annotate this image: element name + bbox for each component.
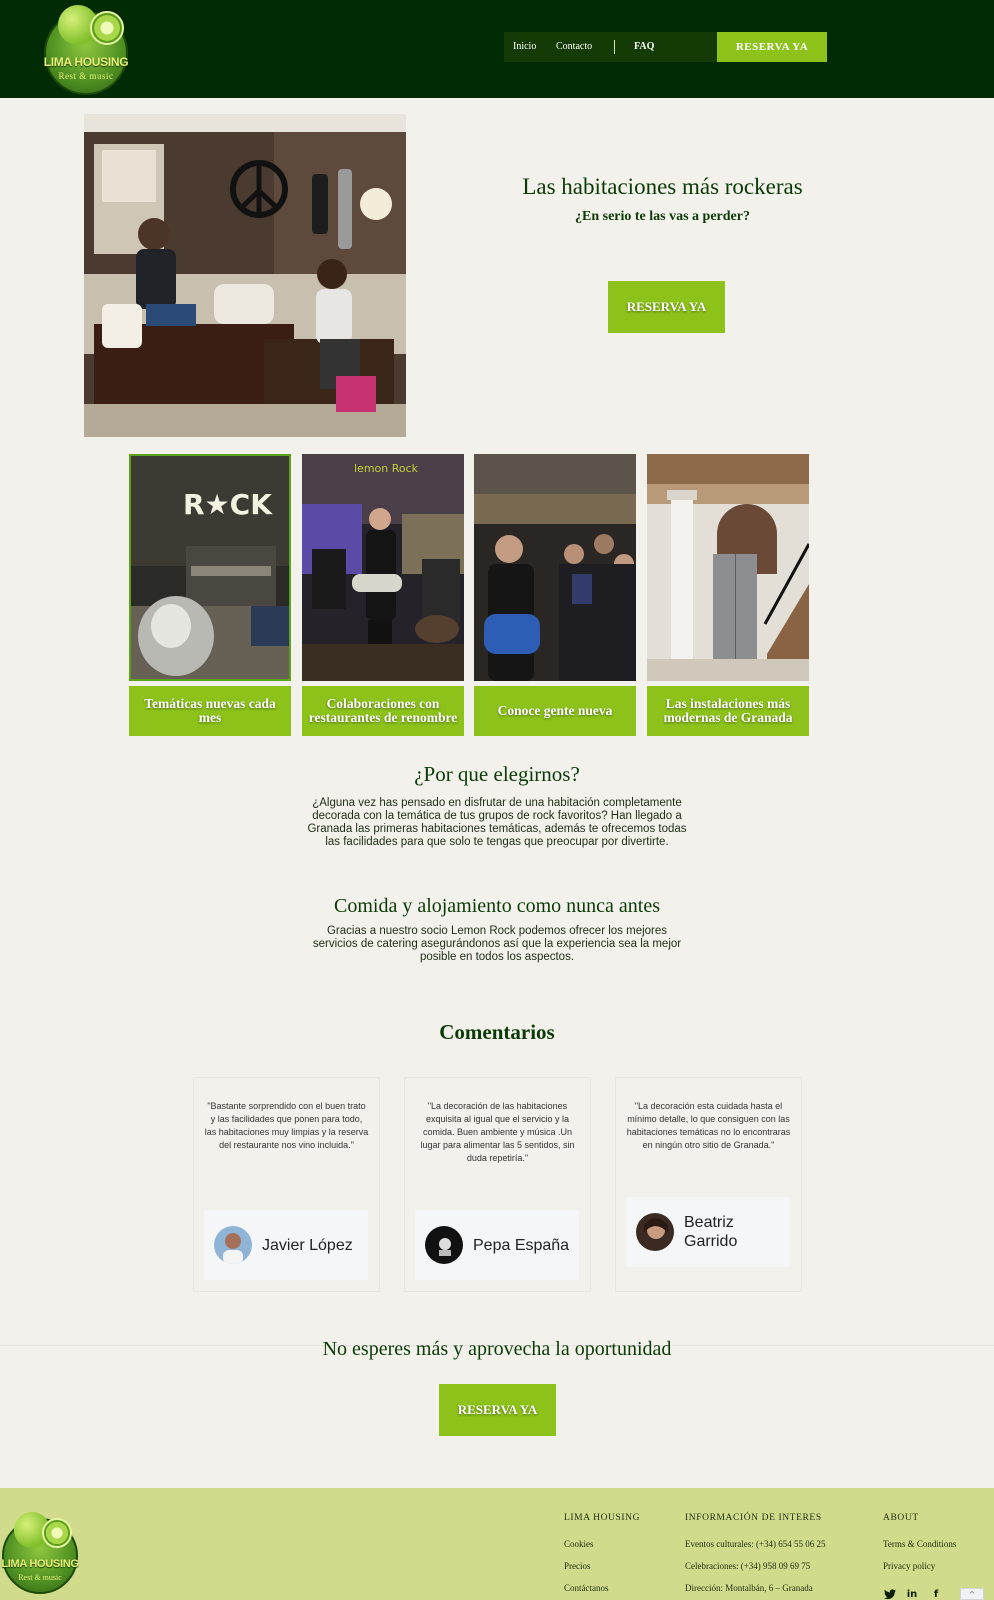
footer-link-cookies[interactable]: Cookies (564, 1539, 594, 1549)
feature-image-themes: R★CK (129, 454, 291, 681)
footer-link-eventos[interactable]: Eventos culturales: (+34) 654 55 06 25 (685, 1539, 826, 1549)
footer-col-title-lima: LIMA HOUSING (564, 1513, 641, 1523)
hero-image (84, 114, 406, 437)
site-footer: LIMA HOUSING Rest & music LIMA HOUSING C… (0, 1488, 994, 1600)
nav-divider (614, 40, 615, 54)
footer-link-privacy[interactable]: Privacy policy (883, 1561, 935, 1571)
footer-col-title-info: INFORMACIÓN DE INTERES (685, 1513, 822, 1523)
feature-label-themes: Temáticas nuevas cada mes (129, 686, 291, 736)
review-quote: "Bastante sorprendido con el buen trato … (204, 1101, 369, 1150)
food-title: Comida y alojamiento como nunca antes (333, 895, 661, 917)
review-author-name: Beatriz Garrido (684, 1214, 738, 1250)
footer-link-contactanos[interactable]: Contáctanos (564, 1583, 609, 1593)
cta-reserve-button[interactable]: RESERVA YA (439, 1384, 556, 1436)
reviews-title: Comentarios (439, 1020, 555, 1044)
review-author: Beatriz Garrido (626, 1197, 790, 1267)
facebook-icon[interactable]: f (930, 1589, 942, 1600)
site-header: LIMA HOUSING Rest & music Inicio Contact… (0, 0, 994, 98)
hero-title: Las habitaciones más rockeras (522, 174, 803, 199)
logo-name: LIMA HOUSING (43, 55, 129, 69)
avatar (636, 1213, 674, 1251)
cta-title: No esperes más y aprovecha la oportunida… (322, 1338, 672, 1360)
feature-label-collab: Colaboraciones con restaurantes de renom… (302, 686, 464, 736)
lime-slice-icon (42, 1518, 72, 1548)
feature-image-facilities (647, 454, 809, 681)
review-quote: "La decoración de las habitaciones exqui… (420, 1101, 575, 1163)
why-title: ¿Por que elegirnos? (414, 762, 580, 786)
twitter-icon[interactable] (884, 1589, 896, 1600)
food-text: Gracias a nuestro socio Lemon Rock podem… (312, 925, 682, 963)
avatar (425, 1226, 463, 1264)
footer-link-precios[interactable]: Precios (564, 1561, 591, 1571)
review-card: "La decoración esta cuidada hasta el mín… (615, 1077, 802, 1292)
footer-link-terms[interactable]: Terms & Conditions (883, 1539, 956, 1549)
review-card: "Bastante sorprendido con el buen trato … (193, 1077, 380, 1292)
nav-reserve-button[interactable]: RESERVA YA (717, 32, 827, 62)
feature-label-people: Conoce gente nueva (474, 686, 636, 736)
nav-faq[interactable]: FAQ (634, 32, 654, 62)
review-author: Pepa España (415, 1210, 579, 1280)
lemon-rock-neon: lemon Rock (354, 462, 419, 475)
review-card: "La decoración de las habitaciones exqui… (404, 1077, 591, 1292)
why-text: ¿Alguna vez has pensado en disfrutar de … (307, 797, 687, 848)
rock-sign: R★CK (183, 488, 273, 521)
nav-inicio[interactable]: Inicio (513, 32, 536, 62)
review-quote: "La decoración esta cuidada hasta el mín… (626, 1101, 791, 1150)
avatar (214, 1226, 252, 1264)
scroll-to-top-button[interactable]: ^ (960, 1588, 984, 1600)
footer-link-celebraciones[interactable]: Celebraciones: (+34) 958 09 69 75 (685, 1561, 810, 1571)
feature-label-facilities: Las instalaciones más modernas de Granad… (647, 686, 809, 736)
review-author-name: Javier López (262, 1237, 353, 1254)
footer-link-direccion[interactable]: Dirección: Montalbán, 6 – Granada (685, 1583, 813, 1593)
logo-name: LIMA HOUSING (1, 1558, 79, 1570)
logo-tagline: Rest & music (58, 71, 114, 81)
hero-subtitle: ¿En serio te las vas a perder? (575, 209, 750, 224)
review-author-name: Pepa España (473, 1237, 570, 1254)
main-nav: Inicio Contacto FAQ RESERVA YA (504, 32, 827, 62)
footer-col-title-about: ABOUT (883, 1513, 919, 1523)
feature-image-people (474, 454, 636, 681)
review-author: Javier López (204, 1210, 368, 1280)
lime-slice-icon (90, 11, 124, 45)
linkedin-icon[interactable]: in (906, 1589, 918, 1600)
site-logo[interactable]: LIMA HOUSING Rest & music (42, 3, 130, 95)
hero-reserve-button[interactable]: RESERVA YA (608, 281, 725, 333)
logo-tagline: Rest & music (18, 1573, 62, 1582)
footer-logo[interactable]: LIMA HOUSING Rest & music (0, 1512, 80, 1600)
nav-contacto[interactable]: Contacto (556, 32, 592, 62)
feature-image-collab: lemon Rock (302, 454, 464, 681)
